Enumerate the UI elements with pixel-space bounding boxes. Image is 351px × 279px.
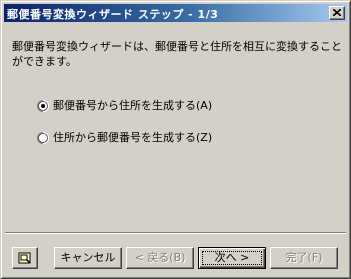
help-icon [18, 252, 31, 264]
wizard-description: 郵便番号変換ウィザードは、郵便番号と住所を相互に変換することができます。 [12, 40, 342, 68]
close-button[interactable] [329, 6, 345, 20]
window-title: 郵便番号変換ウィザード ステップ - 1/3 [7, 8, 219, 21]
separator [5, 232, 346, 234]
cancel-button[interactable]: キャンセル [54, 247, 122, 269]
back-button[interactable]: < 戻る(B) [126, 247, 194, 269]
wizard-dialog: 郵便番号変換ウィザード ステップ - 1/3 郵便番号変換ウィザードは、郵便番号… [0, 0, 351, 279]
radio-selected-icon[interactable] [37, 100, 49, 112]
option-label: 住所から郵便番号を生成する(Z) [53, 131, 213, 144]
finish-button[interactable]: 完了(F) [270, 247, 338, 269]
help-button[interactable] [12, 247, 38, 269]
title-bar[interactable]: 郵便番号変換ウィザード ステップ - 1/3 [4, 4, 347, 22]
next-button[interactable]: 次へ > [198, 247, 266, 269]
focus-rect [202, 251, 262, 265]
option-label: 郵便番号から住所を生成する(A) [53, 99, 213, 112]
close-icon [333, 9, 341, 16]
radio-unselected-icon[interactable] [37, 132, 49, 144]
